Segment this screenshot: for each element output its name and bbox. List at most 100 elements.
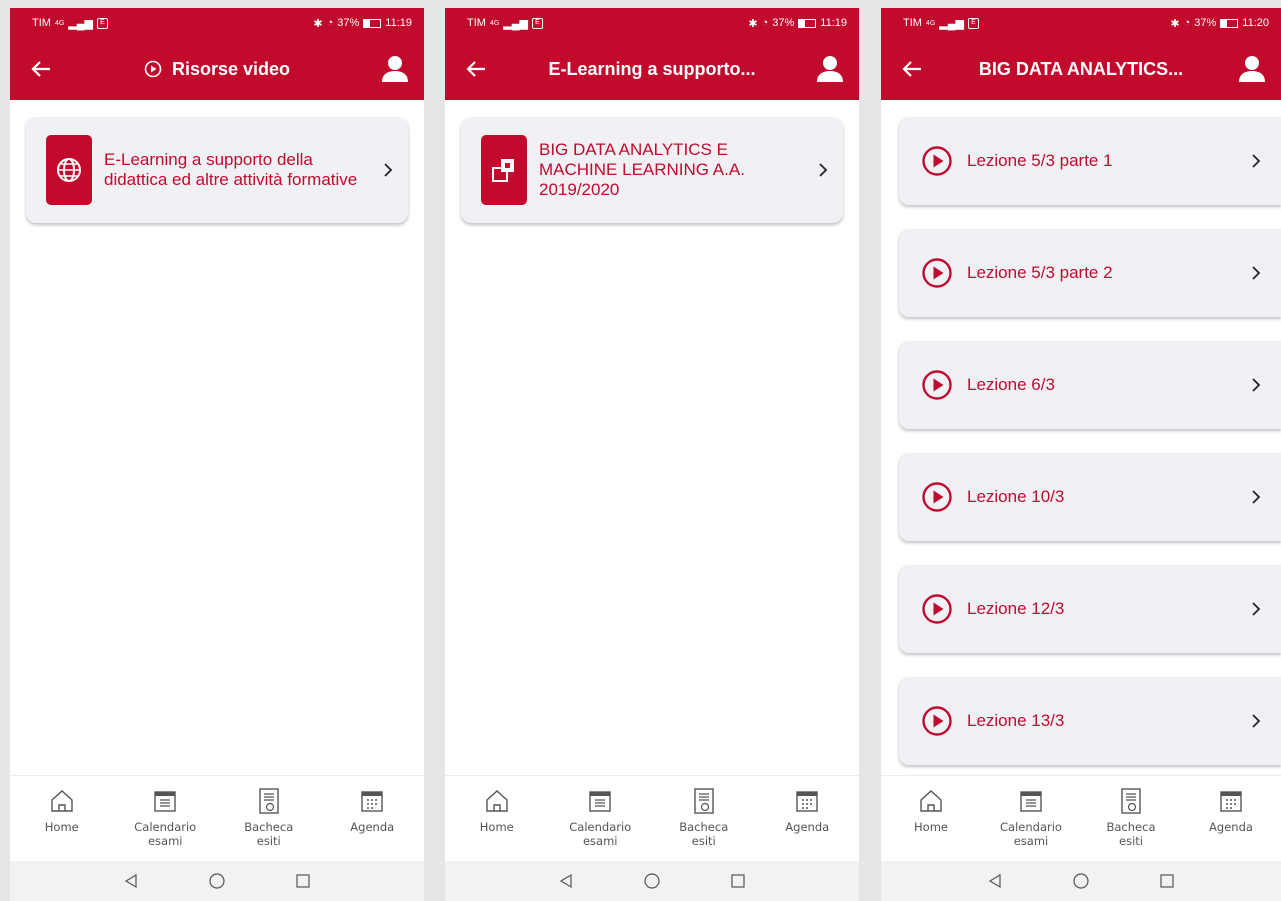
agenda-icon bbox=[1216, 786, 1246, 816]
back-button[interactable] bbox=[26, 56, 56, 82]
play-circle-icon bbox=[922, 258, 952, 288]
system-recents-icon[interactable] bbox=[725, 868, 751, 894]
phone-screen-risorse-video: TIM 4G ▂▄▆ E ✱ ◔ 37% 11:19 Risorse video bbox=[10, 8, 424, 901]
battery-icon bbox=[1220, 18, 1239, 28]
carrier-label: TIM bbox=[903, 17, 922, 29]
page-title: Risorse video bbox=[171, 58, 291, 79]
results-board-icon bbox=[1116, 786, 1146, 816]
play-circle-icon bbox=[922, 594, 952, 624]
sim-badge: E bbox=[968, 17, 980, 29]
lesson-label: Lezione 6/3 bbox=[967, 375, 1055, 394]
nav-label: Bacheca esiti bbox=[244, 820, 294, 848]
lesson-item[interactable]: Lezione 12/3 bbox=[899, 565, 1281, 653]
nav-bacheca-esiti[interactable]: Bacheca esiti bbox=[224, 786, 314, 848]
signal-icon: ▂▄▆ bbox=[68, 17, 94, 30]
system-recents-icon[interactable] bbox=[290, 868, 316, 894]
system-nav-bar bbox=[445, 861, 859, 901]
list-item-elearning[interactable]: E-Learning a supporto della didattica ed… bbox=[26, 117, 408, 223]
system-recents-icon[interactable] bbox=[1154, 868, 1180, 894]
status-bar: TIM 4G ▂▄▆ E ✱ ◔ 37% 11:20 bbox=[881, 8, 1281, 38]
system-home-icon[interactable] bbox=[204, 868, 230, 894]
nav-calendario-esami[interactable]: Calendario esami bbox=[120, 786, 210, 848]
app-bar: Risorse video bbox=[10, 38, 424, 100]
nav-agenda[interactable]: Agenda bbox=[1186, 786, 1276, 834]
nav-agenda[interactable]: Agenda bbox=[327, 786, 417, 834]
chevron-right-icon bbox=[1231, 153, 1281, 169]
list-item-label: E-Learning a supporto della didattica ed… bbox=[104, 150, 358, 189]
bottom-nav: Home Calendario esami Bacheca esiti Agen… bbox=[881, 775, 1281, 861]
nav-calendario-esami[interactable]: Calendario esami bbox=[986, 786, 1076, 848]
folder-module-icon bbox=[481, 135, 527, 205]
content-area: E-Learning a supporto della didattica ed… bbox=[10, 100, 424, 775]
lesson-item[interactable]: Lezione 13/3 bbox=[899, 677, 1281, 765]
profile-button[interactable] bbox=[1237, 54, 1267, 84]
nav-home[interactable]: Home bbox=[17, 786, 107, 834]
profile-button[interactable] bbox=[815, 54, 845, 84]
user-icon bbox=[382, 56, 408, 82]
results-board-icon bbox=[254, 786, 284, 816]
agenda-icon bbox=[357, 786, 387, 816]
bluetooth-icon: ✱ bbox=[748, 17, 758, 30]
chevron-right-icon bbox=[803, 162, 843, 178]
clock: 11:19 bbox=[385, 17, 412, 29]
lesson-item[interactable]: Lezione 5/3 parte 2 bbox=[899, 229, 1281, 317]
phone-screen-elearning: TIM 4G ▂▄▆ E ✱ ◔ 37% 11:19 E-Learning a … bbox=[445, 8, 859, 901]
lesson-item[interactable]: Lezione 10/3 bbox=[899, 453, 1281, 541]
bluetooth-icon: ✱ bbox=[313, 17, 323, 30]
nav-label: Home bbox=[479, 820, 514, 834]
lesson-label: Lezione 5/3 parte 2 bbox=[967, 263, 1113, 282]
list-item-label: BIG DATA ANALYTICS E MACHINE LEARNING A.… bbox=[539, 140, 745, 199]
content-area: BIG DATA ANALYTICS E MACHINE LEARNING A.… bbox=[445, 100, 859, 775]
lesson-label: Lezione 5/3 parte 1 bbox=[967, 151, 1113, 170]
system-home-icon[interactable] bbox=[639, 868, 665, 894]
lesson-label: Lezione 12/3 bbox=[967, 599, 1065, 618]
page-title: BIG DATA ANALYTICS... bbox=[978, 58, 1184, 79]
sim-badge: E bbox=[532, 17, 544, 29]
network-type: 4G bbox=[925, 19, 936, 27]
user-icon bbox=[817, 56, 843, 82]
app-bar: BIG DATA ANALYTICS... bbox=[881, 38, 1281, 100]
back-button[interactable] bbox=[461, 56, 491, 82]
content-area: Lezione 5/3 parte 1 Lezione 5/3 parte 2 … bbox=[881, 100, 1281, 775]
nav-label: Calendario esami bbox=[134, 820, 197, 848]
globe-icon bbox=[46, 135, 92, 205]
play-circle-icon bbox=[922, 706, 952, 736]
signal-icon: ▂▄▆ bbox=[939, 17, 965, 30]
lesson-label: Lezione 10/3 bbox=[967, 487, 1065, 506]
calendar-list-icon bbox=[150, 786, 180, 816]
lesson-item[interactable]: Lezione 5/3 parte 1 bbox=[899, 117, 1281, 205]
chevron-right-icon bbox=[1231, 601, 1281, 617]
battery-percent: 37% bbox=[772, 17, 795, 29]
nav-home[interactable]: Home bbox=[452, 786, 542, 834]
battery-percent: 37% bbox=[337, 17, 360, 29]
system-back-icon[interactable] bbox=[118, 868, 144, 894]
data-saver-icon: ◔ bbox=[1183, 17, 1191, 29]
status-bar: TIM 4G ▂▄▆ E ✱ ◔ 37% 11:19 bbox=[445, 8, 859, 38]
nav-agenda[interactable]: Agenda bbox=[762, 786, 852, 834]
battery-icon bbox=[798, 18, 817, 28]
play-circle-icon bbox=[144, 60, 162, 78]
page-title: E-Learning a supporto... bbox=[548, 58, 756, 79]
network-type: 4G bbox=[489, 19, 500, 27]
network-type: 4G bbox=[54, 19, 65, 27]
lesson-item[interactable]: Lezione 6/3 bbox=[899, 341, 1281, 429]
calendar-list-icon bbox=[585, 786, 615, 816]
chevron-right-icon bbox=[1231, 377, 1281, 393]
nav-bacheca-esiti[interactable]: Bacheca esiti bbox=[659, 786, 749, 848]
nav-label: Agenda bbox=[350, 820, 395, 834]
system-home-icon[interactable] bbox=[1068, 868, 1094, 894]
system-back-icon[interactable] bbox=[553, 868, 579, 894]
home-icon bbox=[482, 786, 512, 816]
system-back-icon[interactable] bbox=[982, 868, 1008, 894]
list-item-big-data-course[interactable]: BIG DATA ANALYTICS E MACHINE LEARNING A.… bbox=[461, 117, 843, 223]
nav-label: Bacheca esiti bbox=[679, 820, 729, 848]
nav-bacheca-esiti[interactable]: Bacheca esiti bbox=[1086, 786, 1176, 848]
agenda-icon bbox=[792, 786, 822, 816]
clock: 11:19 bbox=[820, 17, 847, 29]
profile-button[interactable] bbox=[380, 54, 410, 84]
nav-home[interactable]: Home bbox=[886, 786, 976, 834]
nav-label: Agenda bbox=[1209, 820, 1253, 834]
user-icon bbox=[1239, 56, 1265, 82]
back-button[interactable] bbox=[897, 56, 927, 82]
nav-calendario-esami[interactable]: Calendario esami bbox=[555, 786, 645, 848]
